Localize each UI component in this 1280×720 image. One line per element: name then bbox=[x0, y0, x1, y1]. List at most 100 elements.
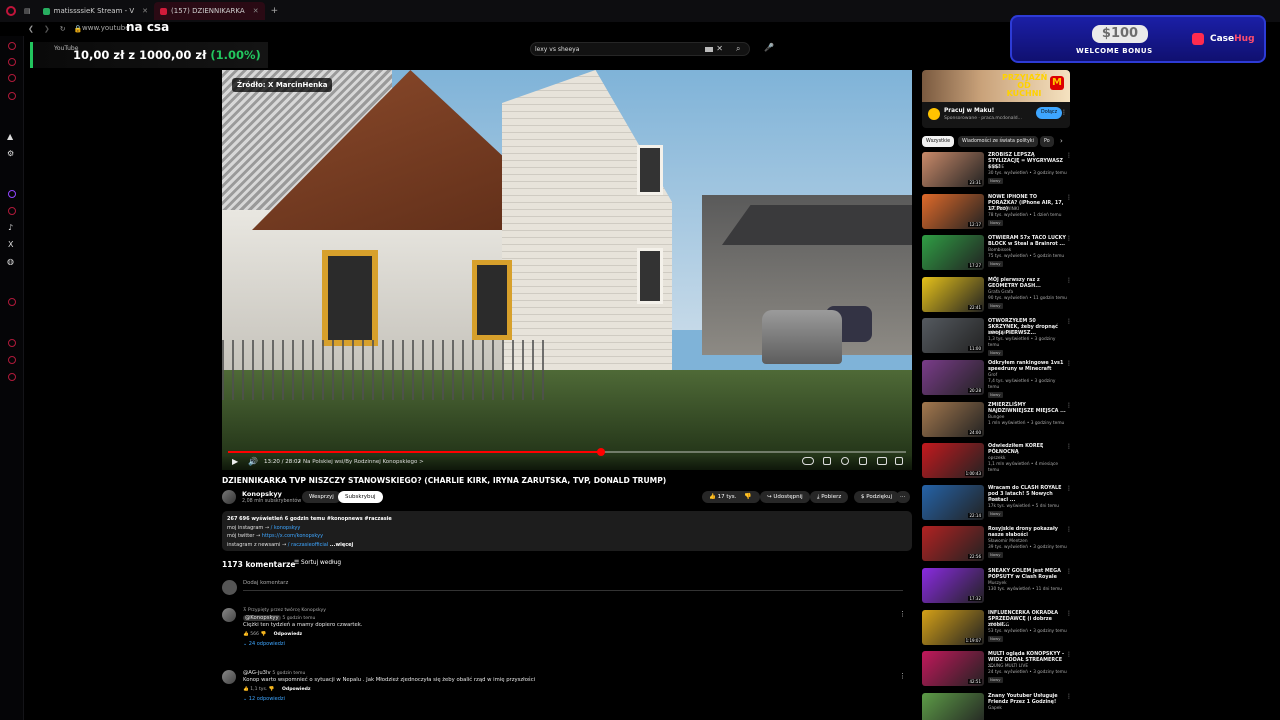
chip-politics[interactable]: Wiadomości ze świata polityki bbox=[958, 136, 1039, 147]
video-thumbnail[interactable]: 17:32 bbox=[922, 568, 984, 603]
video-menu-icon[interactable]: ⋮ bbox=[1066, 152, 1072, 159]
chip-all[interactable]: Wszystkie bbox=[922, 136, 955, 147]
play-icon[interactable]: ▶ bbox=[232, 457, 238, 466]
reply-button[interactable]: Odpowiedz bbox=[274, 632, 303, 637]
subscribe-button[interactable]: Subskrybuj bbox=[338, 491, 383, 503]
recommended-title[interactable]: MÓJ pierwszy raz z GEOMETRY DASH... bbox=[988, 277, 1066, 289]
chip-more[interactable]: Po bbox=[1040, 136, 1054, 147]
video-thumbnail[interactable] bbox=[922, 692, 984, 720]
miniplayer-icon[interactable] bbox=[859, 457, 867, 465]
sidebar-icon-3[interactable] bbox=[8, 74, 16, 82]
video-thumbnail[interactable]: 22:56 bbox=[922, 526, 984, 562]
sidebar-ad[interactable]: PRZYJAŹŃ OD KUCHNI M Pracuj w Maku! Spon… bbox=[922, 70, 1070, 128]
video-thumbnail[interactable]: 11:00 bbox=[922, 318, 984, 354]
comment-avatar[interactable] bbox=[222, 670, 236, 684]
video-thumbnail[interactable]: 24:00 bbox=[922, 401, 984, 437]
recommended-video[interactable]: Znany Youtuber Usługuje Friendz Przez 1 … bbox=[922, 692, 1072, 720]
comment-menu-icon[interactable]: ⋮ bbox=[899, 672, 906, 680]
recommended-title[interactable]: Odwiedziłem KOREĘ PÓŁNOCNĄ bbox=[988, 443, 1066, 455]
video-thumbnail[interactable]: 1:19:07 bbox=[922, 609, 984, 645]
theater-icon[interactable] bbox=[877, 457, 887, 465]
sidebar-icon-6[interactable] bbox=[8, 339, 16, 347]
sidebar-icon-5[interactable] bbox=[8, 298, 16, 306]
download-button[interactable]: ⤓ Pobierz bbox=[810, 491, 849, 503]
progress-bar[interactable] bbox=[228, 448, 906, 456]
sidebar-icon-2[interactable] bbox=[8, 58, 16, 66]
instagram-link[interactable]: / konopskyy bbox=[271, 525, 301, 531]
clear-search-icon[interactable]: ✕ bbox=[716, 44, 723, 53]
new-tab-icon[interactable]: + bbox=[271, 6, 279, 16]
close-icon[interactable]: ✕ bbox=[253, 7, 259, 15]
recommended-video[interactable]: 24:00 ZMIERZLIŚMY NAJDZIWNIEJSZE MIEJSCA … bbox=[922, 401, 1072, 440]
dislike-icon[interactable]: 👎 bbox=[744, 493, 751, 500]
video-menu-icon[interactable]: ⋮ bbox=[1066, 318, 1072, 325]
sidebar-icon-4[interactable] bbox=[8, 92, 16, 100]
url-text[interactable]: www.youtube bbox=[82, 24, 130, 32]
video-thumbnail[interactable]: 17:27 bbox=[922, 235, 984, 271]
recommended-video[interactable]: 22:56 Rosyjskie drony pokazały nasze słab… bbox=[922, 526, 1072, 564]
sort-comments-button[interactable]: ☰ Sortuj według bbox=[294, 560, 341, 566]
news-link[interactable]: / raczasieofficial bbox=[288, 542, 328, 548]
dislike-comment-icon[interactable]: 👎 bbox=[269, 687, 275, 692]
recommended-video[interactable]: 1:00:43 Odwiedziłem KOREĘ PÓŁNOCNĄ opszekk… bbox=[922, 443, 1072, 481]
mic-icon[interactable]: 🎤 bbox=[764, 43, 774, 52]
ad-menu-icon[interactable]: ⋮ bbox=[1061, 109, 1067, 116]
channel-name[interactable]: Konopskyy bbox=[242, 490, 282, 498]
twitch-icon[interactable] bbox=[8, 190, 16, 198]
more-actions-icon[interactable]: ⋯ bbox=[896, 491, 910, 503]
video-menu-icon[interactable]: ⋮ bbox=[1066, 526, 1072, 533]
recommended-video[interactable]: 20:28 Odkryłem rankingowe 1vs1 speedruny … bbox=[922, 360, 1072, 398]
video-thumbnail[interactable]: 12:17 bbox=[922, 193, 984, 229]
ad-join-button[interactable]: Dołącz bbox=[1036, 107, 1063, 119]
autoplay-toggle[interactable] bbox=[802, 457, 814, 465]
video-menu-icon[interactable]: ⋮ bbox=[1066, 360, 1072, 367]
video-thumbnail[interactable]: 1:00:43 bbox=[922, 443, 984, 479]
recommended-video[interactable]: 12:17 NOWE IPHONE TO PORAŻKA? (iPhone AIR… bbox=[922, 193, 1072, 232]
tab-list-icon[interactable]: ▤ bbox=[24, 7, 31, 15]
chevron-right-icon[interactable]: › bbox=[1060, 137, 1063, 145]
settings-icon[interactable] bbox=[841, 457, 849, 465]
youtube-logo[interactable]: YouTube bbox=[54, 45, 78, 52]
recommended-title[interactable]: Odkryłem rankingowe 1vs1 speedruny w Min… bbox=[988, 360, 1066, 372]
share-button[interactable]: ↪ Udostępnij bbox=[760, 491, 810, 503]
search-input[interactable]: lexy vs sheeya bbox=[535, 46, 579, 53]
instagram-icon[interactable] bbox=[8, 207, 16, 215]
video-thumbnail[interactable]: 23:31 bbox=[922, 152, 984, 187]
comment-author[interactable]: @AG-ju3lv bbox=[243, 670, 271, 676]
recommended-video[interactable]: 22:14 Wracam do CLASH ROYALE pod 3 latach… bbox=[922, 484, 1072, 523]
video-menu-icon[interactable]: ⋮ bbox=[1066, 485, 1072, 492]
video-menu-icon[interactable]: ⋮ bbox=[1066, 402, 1072, 409]
recommended-video[interactable]: 17:32 SNEAKY GOLEM jest MEGA POPSUTY w Cl… bbox=[922, 568, 1072, 606]
chapter-label[interactable]: • Na Polskiej wsi/By Rodzinnej Konopskie… bbox=[298, 459, 424, 465]
dislike-comment-icon[interactable]: 👎 bbox=[260, 632, 266, 637]
twitter-link[interactable]: https://x.com/konopskyy bbox=[262, 533, 323, 539]
close-icon[interactable]: ✕ bbox=[142, 7, 148, 15]
like-button[interactable]: 👍 17 tys. bbox=[702, 491, 761, 503]
reload-icon[interactable]: ↻ bbox=[60, 25, 66, 33]
video-player[interactable]: Źródło: X MarcinHenka ▶ 🔊 13:20 / 28:02 … bbox=[222, 70, 912, 470]
add-comment-input[interactable]: Dodaj komentarz bbox=[243, 580, 288, 586]
video-menu-icon[interactable]: ⋮ bbox=[1066, 568, 1072, 575]
recommended-title[interactable]: OTWIERAM 57x TACO LUCKY BLOCK w Steal a … bbox=[988, 235, 1066, 247]
reply-button[interactable]: Odpowiedz bbox=[282, 687, 311, 692]
comment-author[interactable]: @Konopskyy bbox=[243, 615, 281, 621]
video-menu-icon[interactable]: ⋮ bbox=[1066, 443, 1072, 450]
recommended-title[interactable]: Znany Youtuber Usługuje Friendz Przez 1 … bbox=[988, 693, 1066, 705]
volume-icon[interactable]: 🔊 bbox=[248, 457, 258, 466]
x-icon[interactable]: X bbox=[8, 240, 13, 249]
replies-toggle[interactable]: ⌄ 24 odpowiedzi bbox=[243, 641, 362, 647]
keyboard-icon[interactable] bbox=[705, 47, 713, 52]
search-box[interactable]: lexy vs sheeya ✕ bbox=[530, 42, 750, 56]
video-thumbnail[interactable]: 22:41 bbox=[922, 276, 984, 312]
subtitles-icon[interactable] bbox=[823, 457, 831, 465]
forward-icon[interactable]: ❯ bbox=[44, 25, 50, 33]
comment-menu-icon[interactable]: ⋮ bbox=[899, 610, 906, 618]
video-menu-icon[interactable]: ⋮ bbox=[1066, 693, 1072, 700]
comment-time[interactable]: 5 godzin temu bbox=[282, 616, 315, 621]
channel-avatar[interactable] bbox=[222, 490, 236, 504]
sidebar-icon-1[interactable] bbox=[8, 42, 16, 50]
sidebar-icon-7[interactable] bbox=[8, 356, 16, 364]
settings-icon[interactable]: ⚙ bbox=[7, 149, 14, 158]
video-menu-icon[interactable]: ⋮ bbox=[1066, 194, 1072, 201]
apps-icon[interactable]: ▲ bbox=[7, 132, 13, 141]
